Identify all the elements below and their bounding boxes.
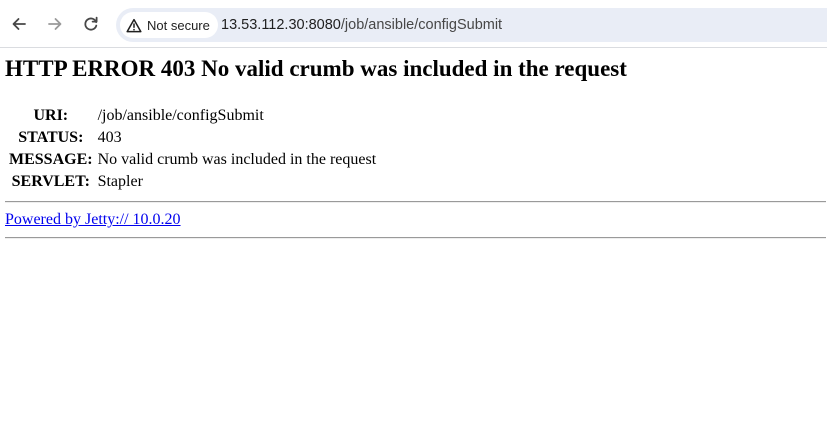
forward-button[interactable] (39, 8, 71, 40)
url-text[interactable]: 13.53.112.30:8080/job/ansible/configSubm… (221, 8, 502, 42)
row-value: Stapler (97, 173, 143, 190)
back-button[interactable] (3, 8, 35, 40)
divider (5, 237, 826, 239)
row-value: /job/ansible/configSubmit (97, 107, 264, 124)
table-row: STATUS: 403 (8, 128, 377, 148)
row-value: No valid crumb was included in the reque… (97, 151, 377, 168)
row-label: SERVLET: (11, 173, 90, 190)
table-row: MESSAGE: No valid crumb was included in … (8, 150, 377, 170)
reload-icon (84, 16, 98, 31)
url-path: /job/ansible/configSubmit (340, 17, 503, 33)
row-label: STATUS: (18, 129, 84, 146)
row-label: MESSAGE: (9, 151, 93, 168)
warning-triangle-icon (126, 18, 142, 32)
url-host: 13.53.112.30:8080 (221, 17, 341, 33)
arrow-left-icon (12, 18, 26, 30)
reload-button[interactable] (75, 8, 107, 40)
page-title: HTTP ERROR 403 No valid crumb was includ… (5, 56, 627, 81)
table-row: URI: /job/ansible/configSubmit (8, 106, 377, 126)
security-label: Not secure (147, 17, 210, 33)
address-bar[interactable]: Not secure 13.53.112.30:8080/job/ansible… (116, 8, 827, 42)
error-info-table: URI: /job/ansible/configSubmit STATUS: 4… (5, 104, 380, 194)
table-row: SERVLET: Stapler (8, 172, 377, 192)
divider (5, 201, 826, 203)
security-chip[interactable]: Not secure (120, 12, 218, 38)
arrow-right-icon (48, 18, 62, 30)
browser-toolbar: Not secure 13.53.112.30:8080/job/ansible… (0, 0, 827, 48)
row-value: 403 (97, 129, 122, 146)
row-label: URI: (33, 107, 69, 124)
powered-by-link[interactable]: Powered by Jetty:// 10.0.20 (5, 211, 181, 229)
